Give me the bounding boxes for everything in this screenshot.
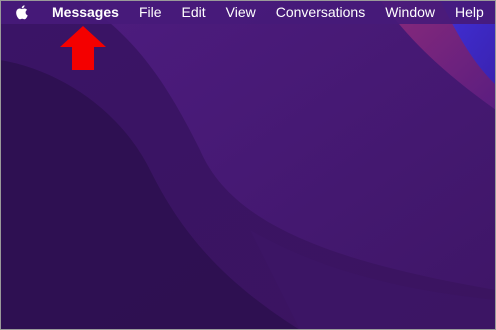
menu-file[interactable]: File: [129, 0, 172, 24]
apple-logo-icon: [16, 5, 28, 20]
menu-app-name[interactable]: Messages: [38, 0, 129, 24]
menu-help[interactable]: Help: [445, 0, 494, 24]
desktop: Messages File Edit View Conversations Wi…: [0, 0, 496, 330]
menu-bar: Messages File Edit View Conversations Wi…: [0, 0, 496, 24]
menu-edit[interactable]: Edit: [172, 0, 216, 24]
apple-menu[interactable]: [14, 0, 38, 24]
menu-window[interactable]: Window: [375, 0, 445, 24]
menu-view[interactable]: View: [216, 0, 266, 24]
red-up-arrow-icon: [60, 26, 106, 70]
menu-conversations[interactable]: Conversations: [266, 0, 376, 24]
